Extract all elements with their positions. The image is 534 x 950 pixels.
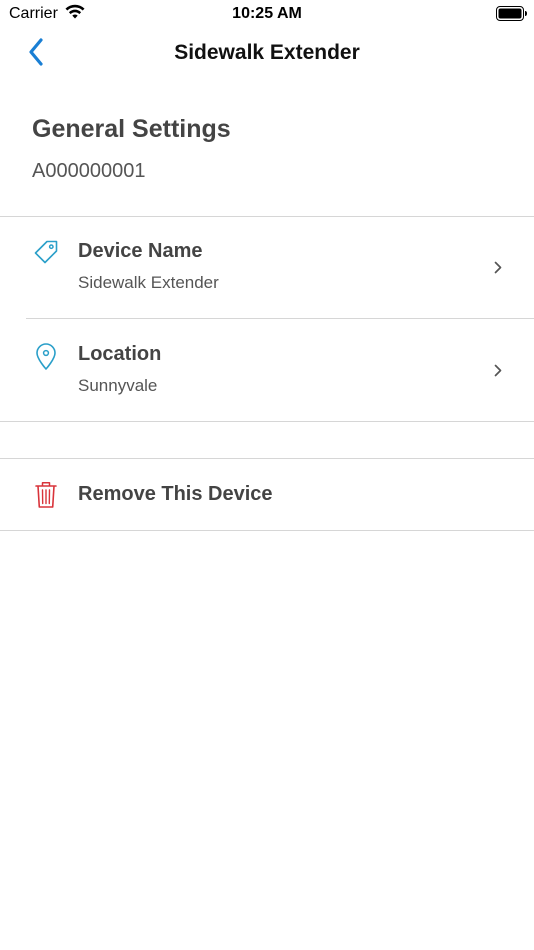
chevron-right-icon [494,261,502,279]
device-name-row[interactable]: Device Name Sidewalk Extender [0,217,534,318]
trash-icon [35,481,57,514]
device-name-label: Device Name [78,240,203,262]
tag-icon [33,239,59,270]
location-row[interactable]: Location Sunnyvale [0,319,534,420]
remove-device-label: Remove This Device [78,483,273,505]
clock: 10:25 AM [232,5,302,22]
divider [0,530,534,531]
status-bar: Carrier 10:25 AM [0,0,534,28]
section-title: General Settings [32,115,231,143]
chevron-right-icon [494,364,502,382]
device-id: A000000001 [32,160,146,182]
location-value: Sunnyvale [78,376,158,395]
navigation-bar: Sidewalk Extender [0,28,534,84]
location-pin-icon [35,343,57,376]
page-title: Sidewalk Extender [174,41,360,64]
battery-icon [496,6,528,26]
section-header: General Settings [32,115,231,144]
divider [0,421,534,422]
device-name-value: Sidewalk Extender [78,273,219,292]
remove-device-button[interactable]: Remove This Device [0,459,534,530]
location-label: Location [78,343,162,365]
